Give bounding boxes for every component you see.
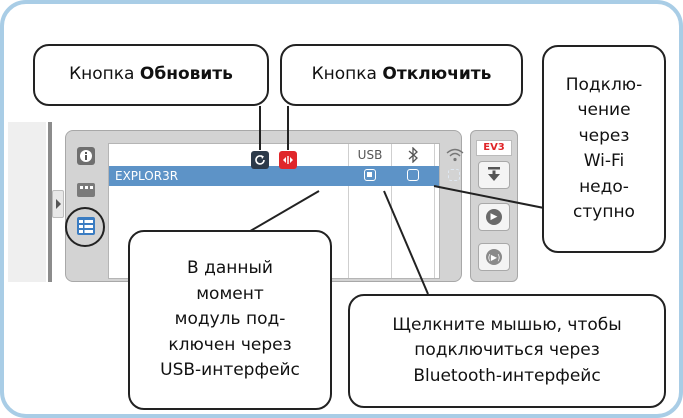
callout-bluetooth: Щелкните мышью, чтобы подключиться через… <box>348 294 666 408</box>
callout-wifi-line: Подклю- <box>565 74 643 95</box>
callout-bluetooth-line: подключиться через <box>414 340 600 361</box>
callout-wifi-line: недо- <box>579 176 629 197</box>
callout-wifi-line: чение <box>577 100 631 120</box>
callout-bluetooth-line: Bluetooth-интерфейс <box>413 365 601 386</box>
callout-disconnect-strong: Отключить <box>382 64 492 85</box>
callout-usb: В данный момент модуль под- ключен через… <box>128 230 332 410</box>
callout-disconnect-prefix: Кнопка <box>311 64 377 85</box>
illustration-frame: USB EXPLOR3R EV3 ▶ (▶) Кнопка Обновить К… <box>0 0 683 418</box>
callout-bluetooth-line: Щелкните мышью, чтобы <box>392 314 622 335</box>
callout-disconnect: Кнопка Отключить <box>280 44 523 106</box>
callout-usb-line: В данный <box>187 258 273 279</box>
callout-wifi-line: через <box>578 125 630 146</box>
stage: USB EXPLOR3R EV3 ▶ (▶) Кнопка Обновить К… <box>0 0 683 418</box>
callout-usb-line: модуль под- <box>174 309 286 330</box>
callout-refresh-strong: Обновить <box>139 64 233 85</box>
callout-wifi: Подклю- чение через Wi-Fi недо- ступно <box>542 45 666 253</box>
callout-refresh: Кнопка Обновить <box>33 44 269 106</box>
callout-usb-line: момент <box>196 283 264 304</box>
callout-usb-line: ключен через <box>168 334 292 355</box>
callout-wifi-line: Wi-Fi <box>583 151 625 171</box>
callout-usb-line: USB-интерфейс <box>160 360 300 381</box>
callout-wifi-line: ступно <box>573 202 635 222</box>
callout-refresh-prefix: Кнопка <box>69 64 135 85</box>
